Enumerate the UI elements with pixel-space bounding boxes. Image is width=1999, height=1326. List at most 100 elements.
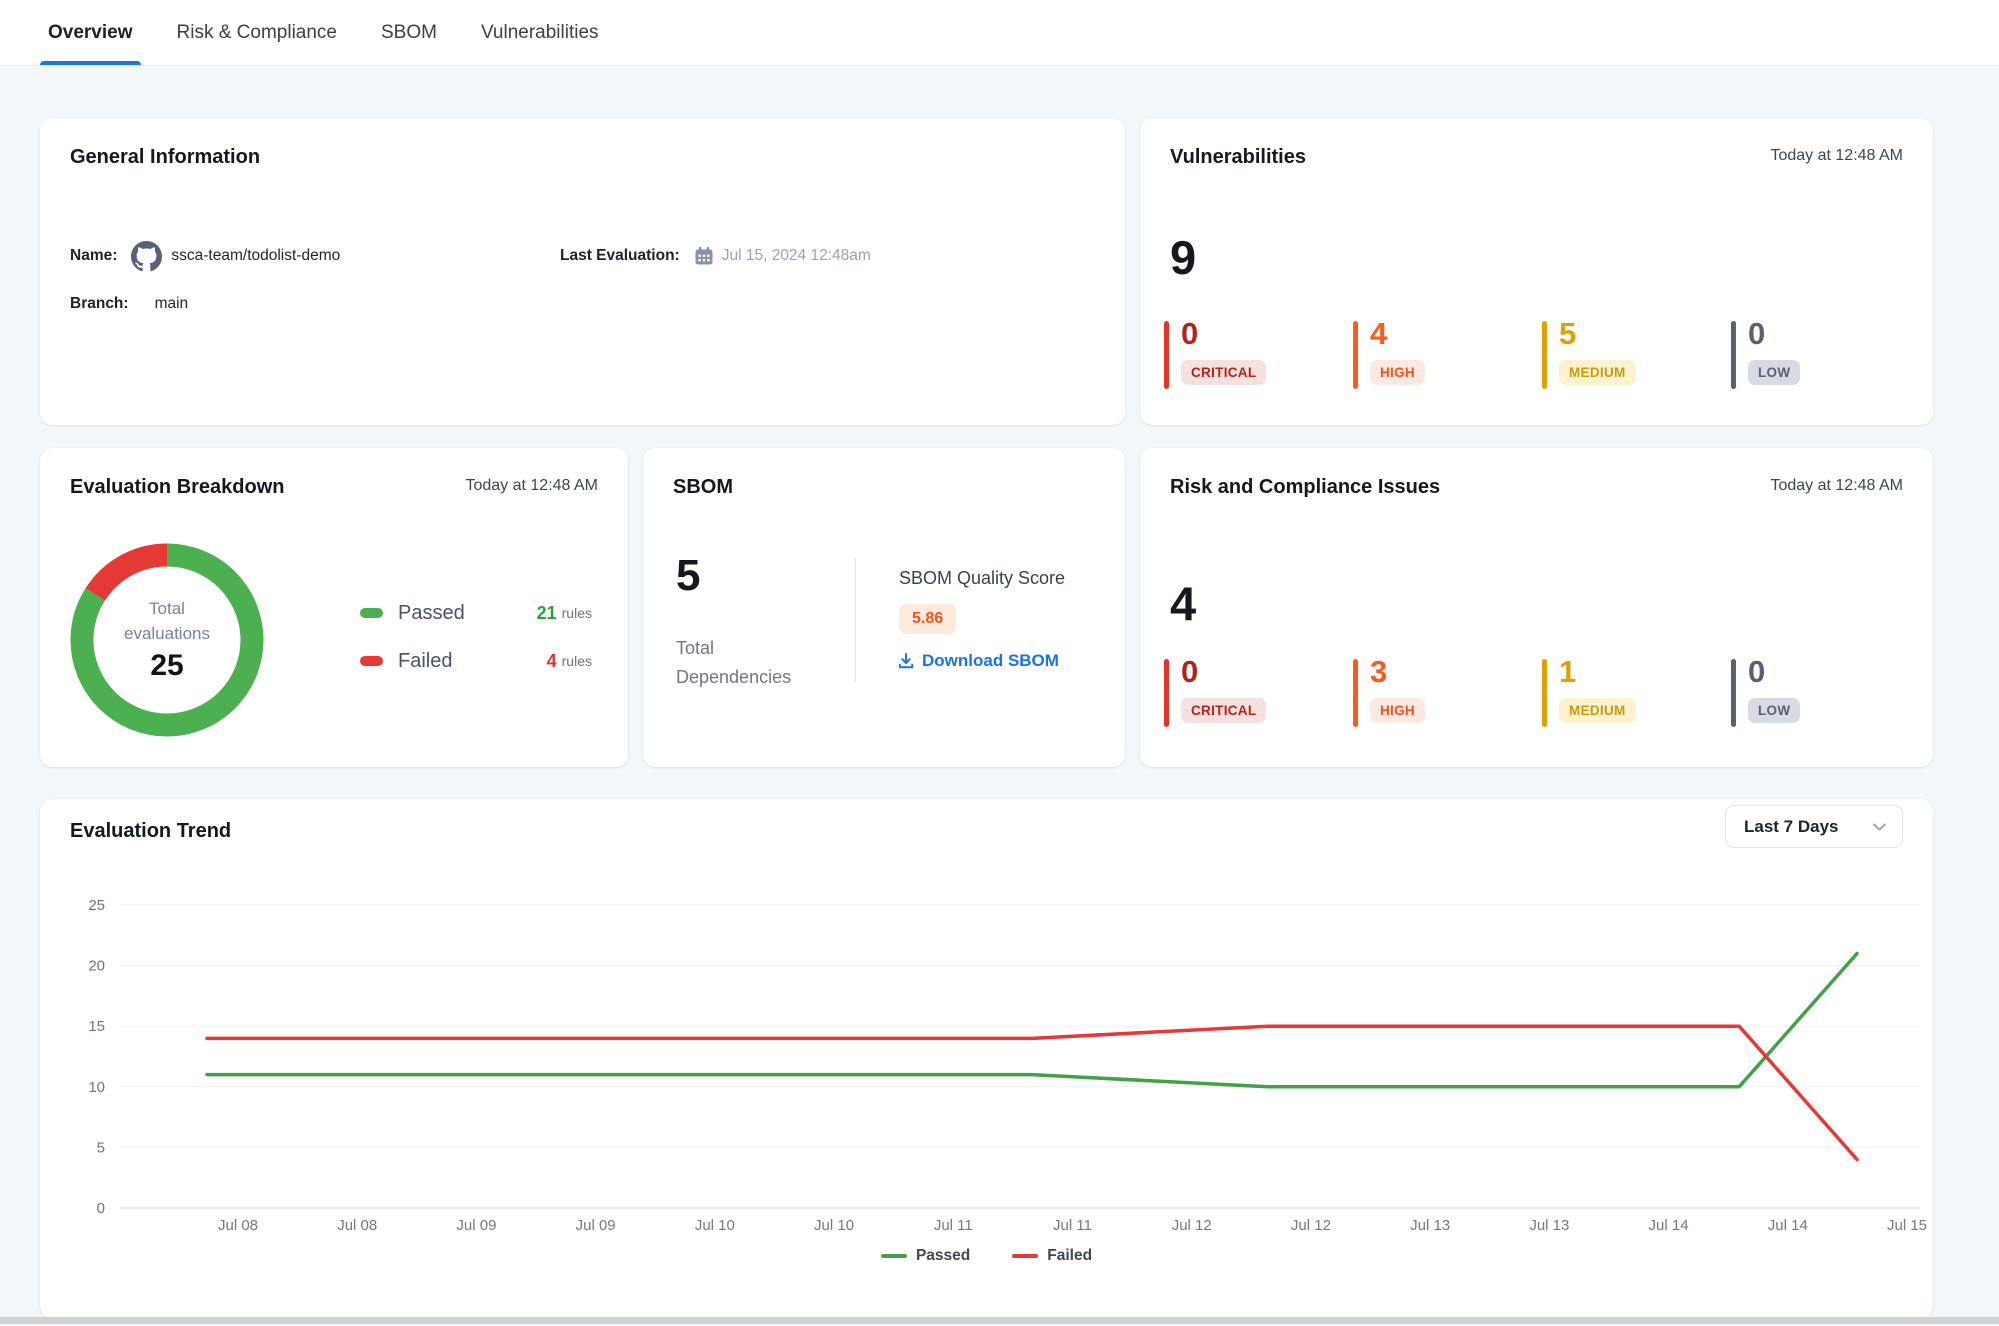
severity-critical: 0 CRITICAL [1164,318,1353,385]
repo-name-value: ssca-team/todolist-demo [171,247,340,265]
severity-high: 4 HIGH [1353,318,1542,385]
vulnerabilities-total: 9 [1170,234,1196,281]
severity-count: 0 [1181,318,1353,351]
github-icon [131,241,162,272]
repo-name-row: Name: ssca-team/todolist-demo [70,242,340,270]
total-evaluations-value: 25 [150,649,183,683]
tab-overview[interactable]: Overview [48,0,133,65]
passed-line-swatch-icon [881,1254,907,1258]
severity-high: 3 HIGH [1353,656,1542,723]
svg-text:Jul 14: Jul 14 [1649,1217,1689,1234]
svg-text:Jul 09: Jul 09 [576,1217,616,1234]
card-title: Evaluation Breakdown [70,476,285,499]
svg-text:Jul 09: Jul 09 [456,1217,496,1234]
vulnerabilities-card: Vulnerabilities Today at 12:48 AM 9 0 CR… [1140,118,1933,425]
name-label: Name: [70,247,117,265]
last-evaluation-value: Jul 15, 2024 12:48am [722,247,871,265]
legend-label: Passed [398,602,537,625]
risk-compliance-card: Risk and Compliance Issues Today at 12:4… [1140,448,1933,767]
severity-badge: HIGH [1370,360,1425,385]
svg-text:Jul 12: Jul 12 [1291,1217,1331,1234]
svg-text:Jul 08: Jul 08 [337,1217,377,1234]
evaluations-donut-chart: Totalevaluations 25 [70,543,264,737]
failed-line-swatch-icon [1012,1254,1038,1258]
failed-swatch-icon [360,656,383,666]
severity-count: 0 [1748,656,1920,689]
evaluation-breakdown-card: Evaluation Breakdown Today at 12:48 AM T… [40,448,628,767]
branch-label: Branch: [70,295,129,313]
legend-failed-row: Failed 4 rules [360,648,592,674]
timestamp: Today at 12:48 AM [1770,147,1903,165]
legend-label: Failed [398,650,547,673]
passed-swatch-icon [360,608,383,618]
legend-unit: rules [562,653,592,669]
sbom-quality-score-badge: 5.86 [899,604,956,634]
total-dependencies-value: 5 [676,554,700,598]
tab-vulnerabilities[interactable]: Vulnerabilities [481,0,599,65]
last-evaluation-row: Last Evaluation: Jul 15, 2024 12:48am [560,242,871,270]
horizontal-scrollbar[interactable] [0,1317,1999,1324]
svg-text:Jul 13: Jul 13 [1410,1217,1450,1234]
sbom-quality-score-label: SBOM Quality Score [899,568,1065,589]
legend-count: 21 [537,603,557,624]
severity-row: 0 CRITICAL 3 HIGH 1 MEDIUM 0 LOW [1164,656,1920,723]
svg-text:15: 15 [88,1018,105,1035]
svg-text:Jul 13: Jul 13 [1529,1217,1569,1234]
sbom-card: SBOM 5 TotalDependencies SBOM Quality Sc… [643,448,1125,767]
svg-text:0: 0 [97,1200,105,1217]
breakdown-legend: Passed 21 rules Failed 4 rules [360,600,592,696]
card-title: General Information [70,146,260,169]
calendar-icon [694,246,714,266]
timestamp: Today at 12:48 AM [465,477,598,495]
download-sbom-label: Download SBOM [922,651,1059,671]
svg-text:Jul 12: Jul 12 [1172,1217,1212,1234]
svg-text:Jul 11: Jul 11 [934,1217,973,1234]
svg-text:Jul 10: Jul 10 [814,1217,854,1234]
severity-badge: CRITICAL [1181,360,1266,385]
trend-line-chart: 0 5 10 15 20 25 Jul 08 Jul 08 Jul 09 Jul 09 Jul 10… [40,799,1933,1318]
severity-badge: HIGH [1370,698,1425,723]
svg-text:20: 20 [88,958,105,975]
tab-sbom[interactable]: SBOM [381,0,437,65]
severity-badge: LOW [1748,698,1800,723]
severity-row: 0 CRITICAL 4 HIGH 5 MEDIUM 0 LOW [1164,318,1920,385]
legend-count: 4 [547,651,557,672]
trend-legend: Passed Failed [40,1247,1933,1265]
severity-count: 5 [1559,318,1731,351]
severity-critical: 0 CRITICAL [1164,656,1353,723]
evaluation-trend-card: Evaluation Trend Last 7 Days 0510152025J… [40,799,1933,1318]
timestamp: Today at 12:48 AM [1770,477,1903,495]
risk-compliance-total: 4 [1170,580,1196,627]
svg-text:Jul 08: Jul 08 [218,1217,258,1234]
total-dependencies-label: TotalDependencies [676,634,791,692]
branch-value: main [155,295,189,313]
severity-count: 3 [1370,656,1542,689]
card-title: SBOM [673,476,733,499]
general-information-card: General Information Name: ssca-team/todo… [40,118,1125,425]
svg-text:25: 25 [88,897,105,914]
card-title: Risk and Compliance Issues [1170,476,1440,499]
legend-passed-row: Passed 21 rules [360,600,592,626]
svg-text:Jul 10: Jul 10 [695,1217,735,1234]
download-icon [897,652,915,670]
severity-medium: 5 MEDIUM [1542,318,1731,385]
severity-count: 4 [1370,318,1542,351]
vertical-divider [855,558,856,682]
severity-badge: MEDIUM [1559,360,1636,385]
donut-center-label: Totalevaluations 25 [70,543,264,737]
tab-bar: Overview Risk & Compliance SBOM Vulnerab… [0,0,1999,66]
tab-risk-compliance[interactable]: Risk & Compliance [177,0,338,65]
card-title: Vulnerabilities [1170,146,1306,169]
svg-text:10: 10 [88,1079,105,1096]
svg-text:5: 5 [97,1139,105,1156]
svg-text:Jul 11: Jul 11 [1053,1217,1092,1234]
branch-row: Branch: main [70,290,188,318]
severity-badge: MEDIUM [1559,698,1636,723]
svg-text:Jul 15: Jul 15 [1887,1217,1927,1234]
severity-low: 0 LOW [1731,318,1920,385]
severity-badge: CRITICAL [1181,698,1266,723]
download-sbom-link[interactable]: Download SBOM [897,651,1059,671]
legend-unit: rules [562,605,592,621]
last-evaluation-label: Last Evaluation: [560,247,680,265]
severity-low: 0 LOW [1731,656,1920,723]
